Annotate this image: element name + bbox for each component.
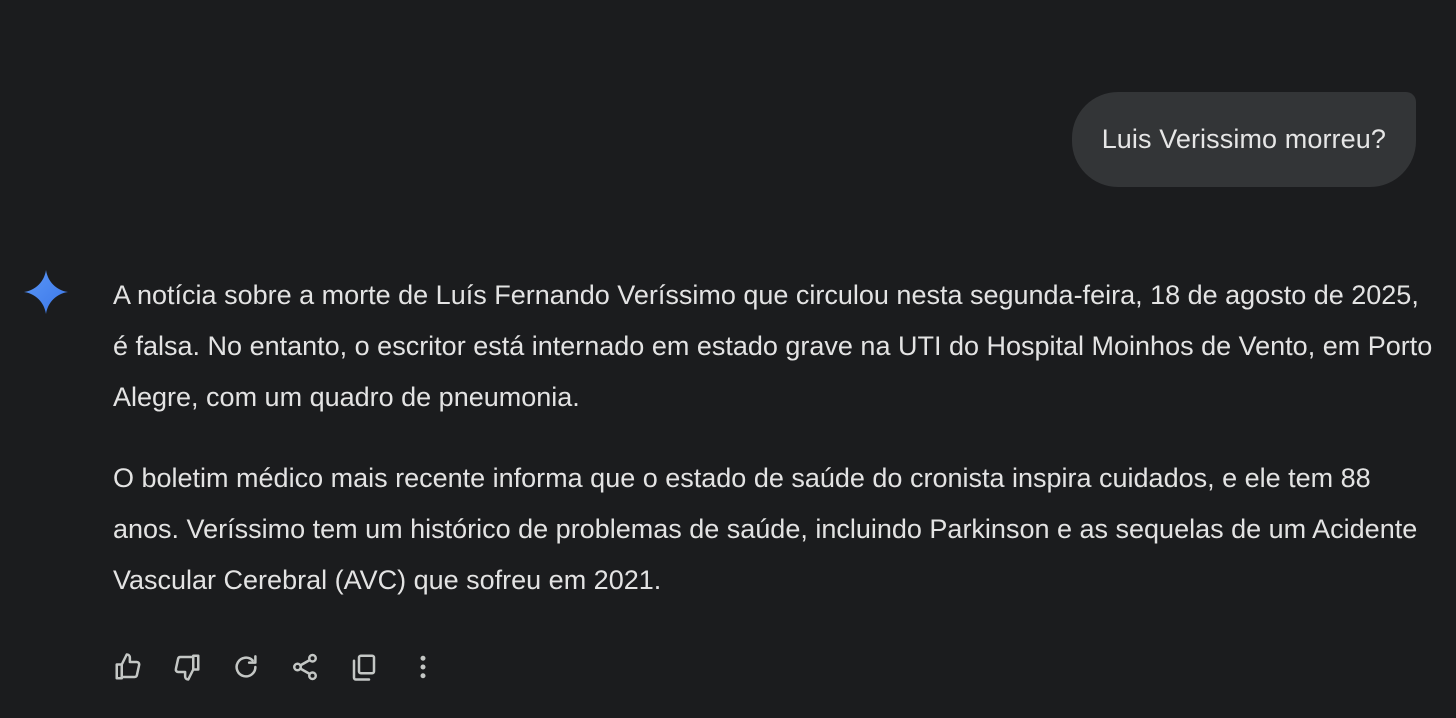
user-message-bubble: Luis Verissimo morreu? [1071,92,1416,187]
response-actions-bar [104,644,458,690]
user-message-text: Luis Verissimo morreu? [1101,124,1386,154]
thumbs-up-icon [115,653,141,680]
more-vert-icon [420,655,426,679]
thumbs-down-button[interactable] [163,644,211,690]
more-options-button[interactable] [399,644,447,690]
copy-button[interactable] [340,644,388,690]
gemini-sparkle-icon [24,270,68,314]
thumbs-up-button[interactable] [104,644,152,690]
thumbs-down-icon [174,654,200,681]
response-paragraph: A notícia sobre a morte de Luís Fernando… [113,280,1433,412]
assistant-response: A notícia sobre a morte de Luís Fernando… [113,270,1433,606]
copy-icon [352,654,376,681]
regenerate-button[interactable] [222,644,270,690]
response-paragraph: O boletim médico mais recente informa qu… [113,463,1418,595]
regenerate-icon [235,655,257,678]
share-button[interactable] [281,644,329,690]
share-icon [293,653,317,681]
